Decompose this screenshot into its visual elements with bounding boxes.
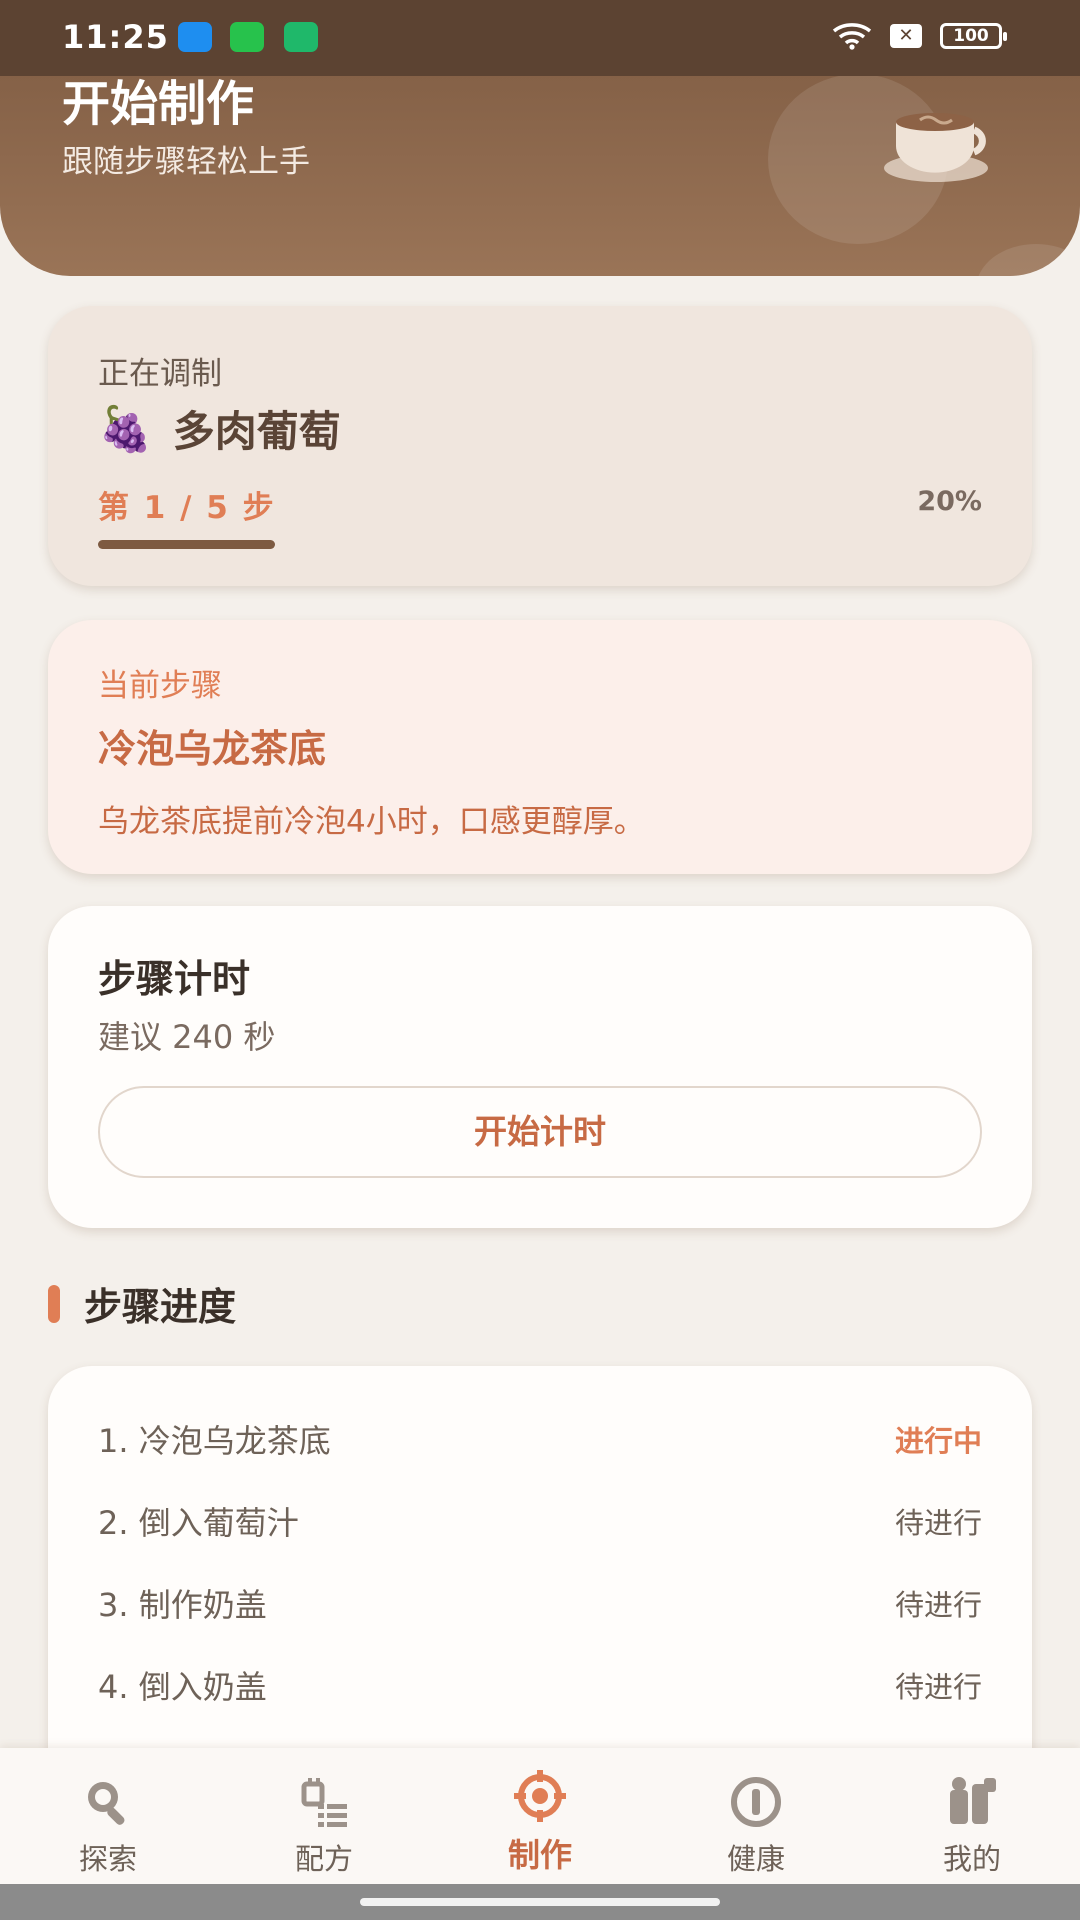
step-status: 待进行: [894, 1588, 982, 1622]
status-time: 11:25: [62, 18, 169, 56]
current-step-label: 当前步骤: [98, 668, 222, 704]
timer-hint: 建议 240 秒: [98, 1018, 276, 1056]
brewing-card: 正在调制 🍇 多肉葡萄 第 1 / 5 步 20%: [48, 306, 1032, 586]
step-item[interactable]: 4. 倒入奶盖 待进行: [98, 1662, 982, 1708]
nav-label: 我的: [942, 1842, 1001, 1876]
timer-title: 步骤计时: [98, 957, 251, 1001]
progress-percent: 20%: [917, 486, 982, 517]
step-item[interactable]: 3. 制作奶盖 待进行: [98, 1580, 982, 1626]
step-item[interactable]: 1. 冷泡乌龙茶底 进行中: [98, 1416, 982, 1462]
step-status: 待进行: [894, 1506, 982, 1540]
notification-app-icon: [284, 22, 318, 52]
current-step-title: 冷泡乌龙茶底: [98, 727, 327, 771]
section-title: 步骤进度: [84, 1285, 237, 1329]
section-header: 步骤进度: [48, 1276, 236, 1331]
profile-icon: [950, 1777, 996, 1824]
step-status: 待进行: [894, 1670, 982, 1704]
current-step-description: 乌龙茶底提前冷泡4小时，口感更醇厚。: [98, 804, 645, 840]
step-name: 1. 冷泡乌龙茶底: [98, 1422, 331, 1460]
nav-item-explore[interactable]: 探索: [0, 1748, 216, 1884]
step-name: 2. 倒入葡萄汁: [98, 1504, 299, 1542]
drink-row: 🍇 多肉葡萄: [98, 398, 341, 459]
nav-item-make[interactable]: 制作: [432, 1748, 648, 1884]
health-icon: [731, 1777, 781, 1827]
gesture-bar: [0, 1884, 1080, 1920]
nav-label: 探索: [78, 1842, 137, 1876]
nav-item-recipe[interactable]: 配方: [216, 1748, 432, 1884]
decorative-circle: [976, 244, 1080, 276]
start-timer-button[interactable]: 开始计时: [98, 1086, 982, 1178]
status-icons: ✕ 100: [832, 22, 1007, 50]
current-step-card: 当前步骤 冷泡乌龙茶底 乌龙茶底提前冷泡4小时，口感更醇厚。: [48, 620, 1032, 874]
coffee-cup-icon: [884, 113, 988, 182]
step-counter: 第 1 / 5 步: [98, 490, 276, 526]
recipe-icon: [301, 1778, 347, 1827]
brewing-label: 正在调制: [98, 356, 222, 392]
step-name: 4. 倒入奶盖: [98, 1668, 267, 1706]
home-indicator[interactable]: [360, 1898, 720, 1906]
wifi-icon: [832, 23, 872, 50]
timer-card: 步骤计时 建议 240 秒 开始计时: [48, 906, 1032, 1228]
grape-icon: 🍇: [98, 403, 153, 455]
notification-app-icon: [178, 22, 212, 52]
section-accent-bar: [48, 1284, 60, 1323]
nav-label: 配方: [294, 1842, 353, 1876]
notification-app-icon: [230, 22, 264, 52]
page-subtitle: 跟随步骤轻松上手: [62, 144, 310, 180]
progress-fill: [98, 540, 275, 549]
app-screen: 开始制作 跟随步骤轻松上手 11:25 ✕ 100 正在调制 🍇 多肉葡萄 第 …: [0, 0, 1080, 1920]
step-item[interactable]: 2. 倒入葡萄汁 待进行: [98, 1498, 982, 1544]
search-icon: [88, 1782, 125, 1825]
status-bar: 11:25 ✕ 100: [0, 0, 1080, 76]
no-sim-icon: ✕: [890, 24, 922, 48]
step-status: 进行中: [894, 1424, 982, 1458]
drink-name: 多肉葡萄: [172, 407, 341, 456]
nav-item-profile[interactable]: 我的: [864, 1748, 1080, 1884]
bottom-navigation: 探索 配方 制作 健康 我的: [0, 1748, 1080, 1884]
nav-label: 健康: [726, 1842, 785, 1876]
make-icon: [514, 1770, 566, 1822]
nav-item-health[interactable]: 健康: [648, 1748, 864, 1884]
battery-icon: 100: [940, 23, 1007, 49]
nav-label: 制作: [507, 1836, 572, 1874]
progress-bar: [98, 540, 982, 549]
step-name: 3. 制作奶盖: [98, 1586, 267, 1624]
